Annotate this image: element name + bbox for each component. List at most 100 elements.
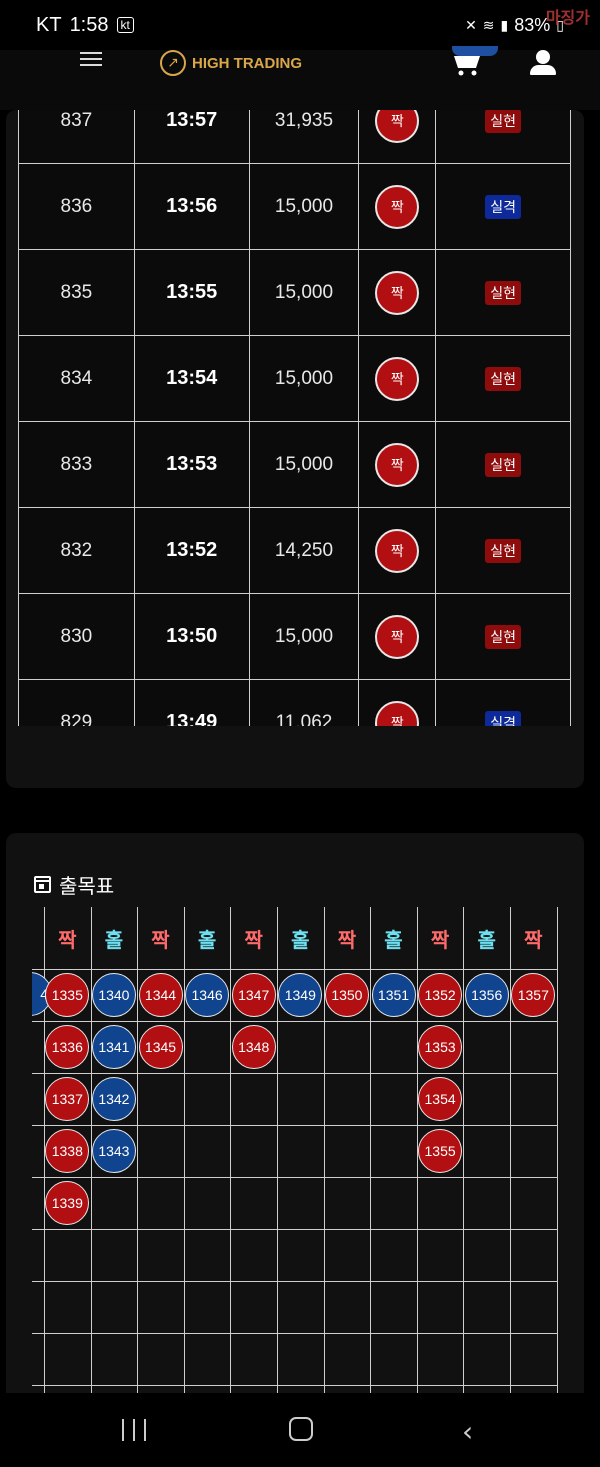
- result-ball: 1351: [371, 973, 416, 1017]
- pick-cell: 짝: [359, 250, 437, 335]
- result-ball: 1356: [464, 973, 509, 1017]
- result-cell: 실현: [436, 422, 571, 507]
- grid-row-line: [32, 1177, 558, 1178]
- history-table-viewport[interactable]: 837 13:57 31,935 짝 실현 836 13:56 15,000 짝 실격 835 13:…: [18, 110, 571, 726]
- result-ball: 1335: [45, 973, 90, 1017]
- column-header: 짝: [58, 927, 77, 952]
- amount-cell: 31,935: [250, 110, 360, 163]
- result-ball: 1347: [231, 973, 276, 1017]
- history-row: 830 13:50 15,000 짝 실현: [18, 594, 571, 680]
- amount-cell: 15,000: [250, 250, 360, 335]
- result-ball: 1353: [418, 1025, 463, 1069]
- pick-ball: 짝: [375, 356, 420, 401]
- history-row: 837 13:57 31,935 짝 실현: [18, 110, 571, 164]
- grid-column-line: [183, 907, 185, 1393]
- result-ball: 1348: [231, 1025, 276, 1069]
- time-cell: 13:55: [135, 250, 250, 335]
- result-cell: 실격: [436, 680, 571, 726]
- pick-ball: 짝: [375, 270, 420, 315]
- result-ball: 1355: [418, 1129, 463, 1173]
- result-ball: 1349: [278, 973, 323, 1017]
- amount-cell: 15,000: [250, 336, 360, 421]
- history-row: 832 13:52 14,250 짝 실현: [18, 508, 571, 594]
- brand-logo-icon: ↗: [160, 50, 186, 76]
- cart-icon[interactable]: [452, 52, 482, 76]
- history-row: 829 13:49 11,062 짝 실격: [18, 680, 571, 726]
- back-icon[interactable]: ‹: [462, 1415, 473, 1448]
- result-ball: 1345: [138, 1025, 183, 1069]
- time-cell: 13:53: [135, 422, 250, 507]
- result-cell: 실현: [436, 110, 571, 163]
- history-row: 835 13:55 15,000 짝 실현: [18, 250, 571, 336]
- result-cell: 실현: [436, 336, 571, 421]
- column-header: 짝: [337, 927, 357, 952]
- round-cell: 833: [19, 422, 135, 507]
- result-ball: 1344: [138, 973, 183, 1017]
- column-header: 홀: [197, 927, 217, 952]
- round-cell: 835: [19, 250, 135, 335]
- result-chart-title-text: 출목표: [59, 874, 115, 898]
- column-header: 짝: [430, 927, 450, 952]
- pick-ball: 짝: [375, 184, 420, 229]
- column-header: 홀: [291, 927, 310, 952]
- result-ball: 1357: [511, 973, 556, 1017]
- system-nav-bar: ‹: [0, 1393, 600, 1467]
- time-cell: 13:52: [135, 508, 250, 593]
- carrier-badge: kt: [116, 17, 134, 33]
- pick-ball: 짝: [375, 700, 420, 726]
- brand[interactable]: ↗ HIGH TRADING: [160, 50, 302, 76]
- amount-cell: 15,000: [250, 594, 360, 679]
- home-icon[interactable]: [289, 1417, 313, 1441]
- round-cell: 832: [19, 508, 135, 593]
- time-cell: 13:57: [135, 110, 250, 163]
- result-ball: 1343: [91, 1129, 136, 1173]
- pick-ball: 짝: [375, 110, 420, 143]
- user-icon[interactable]: [528, 50, 558, 76]
- round-cell: 836: [19, 164, 135, 249]
- time-cell: 13:54: [135, 336, 250, 421]
- result-ball: 1336: [45, 1025, 90, 1069]
- result-chart-title: 출목표: [34, 870, 114, 899]
- result-grid-viewport[interactable]: 4 짝 1335 1336 1337 1338 1339 홀 1340 1341 1342 1343 짝…: [32, 907, 558, 1393]
- history-table: 837 13:57 31,935 짝 실현 836 13:56 15,000 짝 실격 835 13:…: [18, 110, 571, 726]
- round-cell: 834: [19, 336, 135, 421]
- status-bar: KT 1:58 kt ✕ ≋ ▮ 83% ▯ 마징가: [0, 0, 600, 50]
- column-header: 짝: [524, 927, 543, 952]
- grid-row-line: [32, 1333, 558, 1334]
- grid-column-line: [323, 907, 325, 1393]
- grid-column-line: [463, 907, 465, 1393]
- calendar-icon: [34, 876, 51, 893]
- column-header: 짝: [151, 927, 170, 952]
- result-badge: 실현: [485, 452, 521, 477]
- pick-cell: 짝: [359, 680, 437, 726]
- result-ball: 1338: [45, 1129, 90, 1173]
- time-cell: 13:56: [135, 164, 250, 249]
- grid-row-line: [32, 1125, 558, 1126]
- clock: 1:58: [69, 13, 109, 36]
- column-header: 홀: [104, 927, 124, 952]
- pick-ball: 짝: [375, 614, 420, 659]
- grid-row-line: [32, 1073, 558, 1074]
- result-ball: 1346: [185, 973, 230, 1017]
- result-badge: 실현: [485, 538, 521, 563]
- hamburger-menu-icon[interactable]: [80, 52, 102, 68]
- grid-column-line: [277, 907, 278, 1393]
- column-header: 홀: [384, 927, 403, 952]
- grid-column-line: [230, 907, 232, 1393]
- pick-ball: 짝: [375, 528, 420, 573]
- pick-cell: 짝: [359, 508, 437, 593]
- pick-cell: 짝: [359, 422, 437, 507]
- grid-column-line: [370, 907, 372, 1393]
- grid-column-line: [510, 907, 511, 1393]
- grid-column-line: [556, 907, 558, 1393]
- result-badge: 실격: [485, 710, 521, 726]
- result-cell: 실현: [436, 508, 571, 593]
- status-left: KT 1:58 kt: [36, 14, 134, 37]
- result-ball: 1341: [91, 1025, 136, 1069]
- result-ball: 1337: [45, 1077, 90, 1121]
- recent-apps-icon[interactable]: [122, 1419, 146, 1441]
- result-ball: 1340: [91, 973, 136, 1017]
- amount-cell: 14,250: [250, 508, 360, 593]
- pick-cell: 짝: [359, 594, 437, 679]
- grid-column-line: [137, 907, 139, 1393]
